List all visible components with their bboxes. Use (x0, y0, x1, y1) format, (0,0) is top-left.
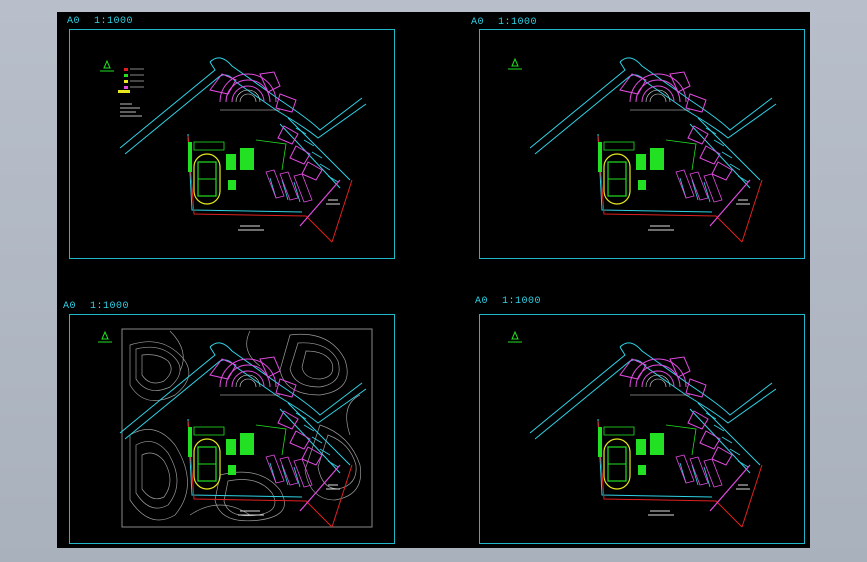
sheet-3-label: A0 1:1000 (63, 301, 129, 312)
sheet-1-label: A0 1:1000 (67, 16, 133, 27)
sheet-1-scale: 1:1000 (94, 16, 134, 27)
sheet-4-scale: 1:1000 (502, 296, 542, 307)
sheet-2-size: A0 (471, 17, 485, 28)
sheet-1-size: A0 (67, 16, 81, 27)
sheet-3-frame (69, 314, 395, 544)
north-arrow-icon (98, 330, 112, 343)
sheet-1-site-plan (100, 57, 367, 243)
legend-table (118, 68, 144, 117)
sheet-4-size: A0 (475, 296, 489, 307)
sheet-2-label: A0 1:1000 (471, 17, 537, 28)
sheet-4-site-plan (508, 330, 777, 528)
sheet-2-scale: 1:1000 (498, 17, 538, 28)
sheet-1-frame (69, 29, 395, 259)
sheet-2-frame (479, 29, 805, 259)
cad-drawing-canvas[interactable]: A0 1:1000 A0 1:1000 A0 1:1000 A0 1:1000 (57, 12, 810, 548)
north-arrow-icon (100, 59, 114, 72)
sheet-3-size: A0 (63, 301, 77, 312)
sheet-4-frame (479, 314, 805, 544)
sheet-3-scale: 1:1000 (90, 301, 130, 312)
sheet-2-site-plan (508, 57, 777, 243)
sheet-3-site-plan (98, 328, 373, 528)
north-arrow-icon (508, 330, 522, 343)
north-arrow-icon (508, 57, 522, 70)
sheet-4-label: A0 1:1000 (475, 296, 541, 307)
